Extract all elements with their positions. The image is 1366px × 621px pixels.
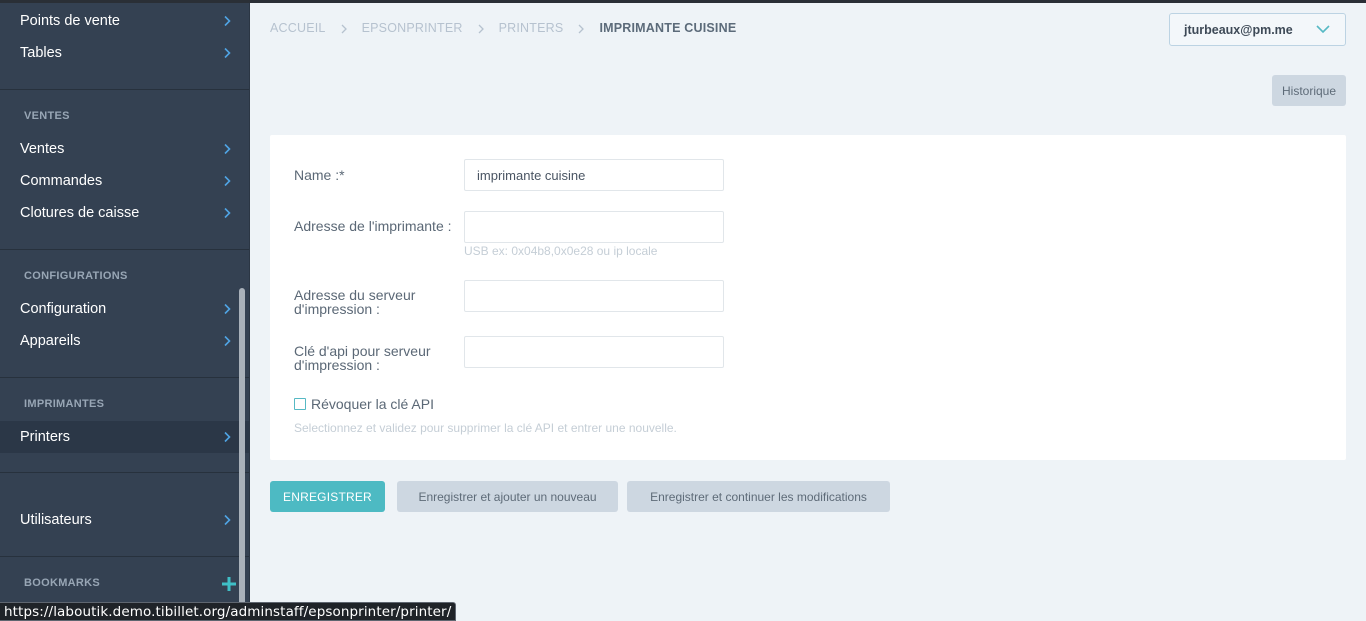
chevron-right-icon (221, 431, 233, 443)
name-label: Name :* (294, 167, 345, 183)
chevron-right-icon (221, 15, 233, 27)
chevron-right-icon (221, 47, 233, 59)
sidebar-item-label: Utilisateurs (20, 512, 92, 528)
revoke-api-key-checkbox[interactable] (294, 398, 306, 410)
sidebar-divider (0, 556, 249, 557)
revoke-api-key-option[interactable]: Révoquer la clé API (294, 396, 434, 412)
sidebar-item-label: Ventes (20, 141, 65, 157)
sidebar-item-clotures[interactable]: Clotures de caisse (0, 197, 249, 229)
printer-address-input[interactable] (464, 211, 724, 243)
user-email: jturbeaux@pm.me (1184, 22, 1293, 37)
window-top-border (0, 0, 1366, 3)
sidebar-item-label: Points de vente (20, 13, 120, 29)
add-bookmark-plus-icon[interactable] (220, 575, 238, 593)
chevron-right-icon (340, 23, 348, 34)
chevron-right-icon (221, 143, 233, 155)
api-key-label: Clé d'api pour serveur d'impression : (294, 344, 431, 372)
server-address-label: Adresse du serveur d'impression : (294, 288, 415, 316)
api-key-label-line2: d'impression : (294, 357, 380, 373)
sidebar-item-points-de-vente[interactable]: Points de vente (0, 5, 249, 37)
sidebar-item-tables[interactable]: Tables (0, 37, 249, 69)
sidebar-divider (0, 89, 249, 90)
breadcrumb-printers[interactable]: PRINTERS (499, 21, 564, 35)
sidebar-divider (0, 377, 249, 378)
chevron-right-icon (221, 514, 233, 526)
breadcrumb-home[interactable]: ACCUEIL (270, 21, 326, 35)
breadcrumb-epsonprinter[interactable]: EPSONPRINTER (362, 21, 463, 35)
sidebar-scrollbar[interactable] (239, 288, 245, 608)
revoke-api-key-label: Révoquer la clé API (311, 396, 434, 412)
sidebar-item-configuration[interactable]: Configuration (0, 293, 249, 325)
sidebar-section-title: VENTES (24, 110, 70, 122)
sidebar-item-label: Configuration (20, 301, 107, 317)
server-address-input[interactable] (464, 280, 724, 312)
sidebar-item-ventes[interactable]: Ventes (0, 133, 249, 165)
breadcrumb-current: IMPRIMANTE CUISINE (599, 21, 737, 35)
sidebar-item-utilisateurs[interactable]: Utilisateurs (0, 504, 249, 536)
printer-address-label: Adresse de l'imprimante : (294, 218, 452, 234)
sidebar-item-printers[interactable]: Printers (0, 421, 249, 453)
status-bar-url: https://laboutik.demo.tibillet.org/admin… (0, 602, 457, 621)
save-and-add-button[interactable]: Enregistrer et ajouter un nouveau (397, 481, 618, 512)
sidebar-item-label: Appareils (20, 333, 81, 349)
breadcrumb: ACCUEIL EPSONPRINTER PRINTERS IMPRIMANTE… (270, 21, 736, 35)
save-button[interactable]: ENREGISTRER (270, 481, 385, 512)
api-key-input[interactable] (464, 336, 724, 368)
chevron-right-icon (221, 175, 233, 187)
sidebar-item-commandes[interactable]: Commandes (0, 165, 249, 197)
chevron-down-icon (1315, 23, 1331, 37)
printer-form: Name :* Adresse de l'imprimante : USB ex… (270, 135, 1346, 460)
chevron-right-icon (477, 23, 485, 34)
revoke-api-key-help: Selectionnez et validez pour supprimer l… (294, 421, 677, 435)
chevron-right-icon (221, 303, 233, 315)
sidebar-section-title: CONFIGURATIONS (24, 270, 128, 282)
chevron-right-icon (221, 335, 233, 347)
sidebar-item-label: Tables (20, 45, 62, 61)
sidebar-divider (0, 249, 249, 250)
bookmarks-title: BOOKMARKS (24, 577, 101, 589)
user-menu-dropdown[interactable]: jturbeaux@pm.me (1169, 13, 1346, 46)
chevron-right-icon (577, 23, 585, 34)
sidebar-section-title: IMPRIMANTES (24, 398, 105, 410)
sidebar-item-label: Printers (20, 429, 70, 445)
sidebar-item-appareils[interactable]: Appareils (0, 325, 249, 357)
name-input[interactable] (464, 159, 724, 191)
server-address-label-line2: d'impression : (294, 301, 380, 317)
sidebar-item-label: Clotures de caisse (20, 205, 140, 221)
sidebar-divider (0, 472, 249, 473)
save-and-continue-button[interactable]: Enregistrer et continuer les modificatio… (627, 481, 890, 512)
sidebar: Points de vente Tables VENTES Ventes Com… (0, 0, 250, 621)
chevron-right-icon (221, 207, 233, 219)
sidebar-item-label: Commandes (20, 173, 103, 189)
printer-address-help: USB ex: 0x04b8,0x0e28 ou ip locale (464, 244, 658, 258)
history-button[interactable]: Historique (1272, 75, 1346, 106)
